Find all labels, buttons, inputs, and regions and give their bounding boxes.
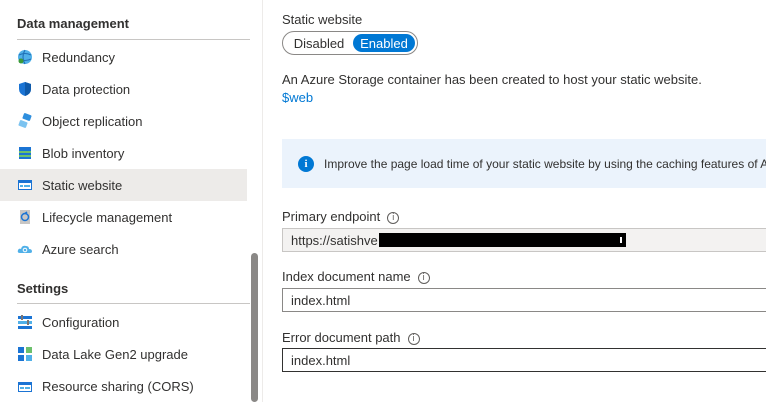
sidebar-item-resource-sharing-cors[interactable]: Resource sharing (CORS) [0, 370, 247, 402]
sidebar-item-label: Redundancy [42, 49, 115, 65]
sidebar-item-data-lake-gen2-upgrade[interactable]: Data Lake Gen2 upgrade [0, 338, 247, 370]
data-lake-icon [17, 346, 33, 362]
sidebar: Data management Redundancy Data protecti… [0, 0, 255, 402]
sidebar-item-label: Static website [42, 177, 123, 193]
container-description: An Azure Storage container has been crea… [282, 72, 702, 87]
info-icon[interactable]: i [407, 332, 420, 345]
sidebar-item-static-website[interactable]: Static website [0, 169, 247, 201]
sidebar-scrollbar-thumb[interactable] [251, 253, 258, 402]
info-banner-text: Improve the page load time of your stati… [324, 156, 766, 171]
main-content: Static website Disabled Enabled An Azure… [263, 0, 766, 402]
lifecycle-icon [17, 209, 33, 225]
sidebar-item-lifecycle-management[interactable]: Lifecycle management [0, 201, 247, 233]
index-document-input[interactable] [282, 288, 766, 312]
sidebar-item-label: Lifecycle management [42, 209, 173, 225]
cloud-search-icon [17, 241, 33, 257]
sidebar-item-data-protection[interactable]: Data protection [0, 73, 247, 105]
group-title-data-management: Data management [17, 16, 129, 31]
error-document-input[interactable] [282, 348, 766, 372]
static-website-toggle[interactable]: Disabled Enabled [282, 31, 418, 55]
sidebar-item-object-replication[interactable]: Object replication [0, 105, 247, 137]
primary-endpoint-label-text: Primary endpoint [282, 209, 381, 224]
sidebar-item-configuration[interactable]: Configuration [0, 306, 247, 338]
toggle-disabled-option[interactable]: Disabled [285, 34, 353, 52]
sidebar-item-label: Object replication [42, 113, 143, 129]
group-title-settings: Settings [17, 281, 69, 296]
primary-endpoint-field[interactable]: https://satishve [282, 228, 766, 252]
error-document-label-text: Error document path [282, 330, 401, 345]
static-website-label: Static website [282, 12, 363, 27]
divider [17, 39, 255, 40]
index-document-label: Index document name i [282, 269, 430, 284]
primary-endpoint-value: https://satishve [291, 232, 378, 248]
sidebar-item-redundancy[interactable]: Redundancy [0, 41, 247, 73]
sidebar-item-label: Resource sharing (CORS) [42, 378, 194, 394]
inventory-icon [17, 145, 33, 161]
replication-icon [17, 113, 33, 129]
shield-icon [17, 81, 33, 97]
sidebar-item-label: Configuration [42, 314, 120, 330]
web-container-link[interactable]: $web [282, 90, 313, 105]
cors-icon [17, 378, 33, 394]
sidebar-item-azure-search[interactable]: Azure search [0, 233, 247, 265]
configuration-icon [17, 314, 33, 330]
primary-endpoint-label: Primary endpoint i [282, 209, 400, 224]
sidebar-item-label: Data protection [42, 81, 131, 97]
globe-icon [17, 49, 33, 65]
info-icon[interactable]: i [417, 271, 430, 284]
info-icon[interactable]: i [387, 211, 400, 224]
website-icon [17, 177, 33, 193]
index-document-label-text: Index document name [282, 269, 411, 284]
divider [17, 303, 255, 304]
toggle-enabled-option[interactable]: Enabled [353, 34, 415, 52]
sidebar-item-label: Azure search [42, 241, 119, 257]
error-document-label: Error document path i [282, 330, 420, 345]
info-icon: i [298, 155, 314, 172]
redaction-block [378, 233, 626, 247]
sidebar-item-label: Data Lake Gen2 upgrade [42, 346, 188, 362]
sidebar-item-blob-inventory[interactable]: Blob inventory [0, 137, 247, 169]
sidebar-item-label: Blob inventory [42, 145, 125, 161]
info-banner: i Improve the page load time of your sta… [282, 139, 766, 188]
